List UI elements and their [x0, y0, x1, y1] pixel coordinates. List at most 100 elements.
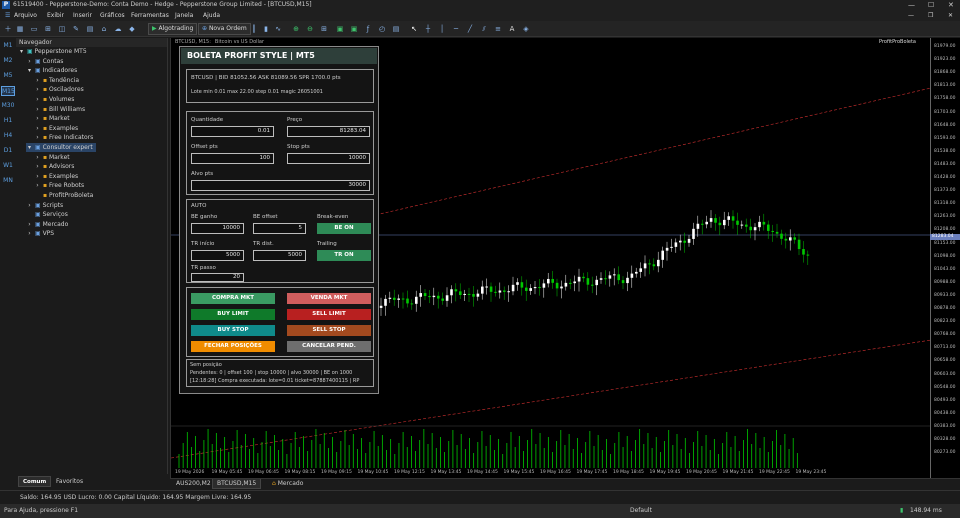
menu-arquivo[interactable]: Arquivo	[14, 10, 37, 21]
cursor-icon[interactable]: ↖	[410, 25, 418, 33]
close-positions-button[interactable]: FECHAR POSIÇÕES	[191, 341, 275, 352]
nav-item[interactable]: › ▪ Market	[34, 153, 69, 162]
timeframe-h1[interactable]: H1	[1, 116, 15, 126]
cancel-pending-button[interactable]: CANCELAR PEND.	[287, 341, 371, 352]
qty-input[interactable]: 0.01	[191, 126, 274, 137]
timeframe-d1[interactable]: D1	[1, 146, 15, 156]
expand-icon[interactable]: ›	[26, 220, 33, 229]
candles-icon[interactable]: ▮	[262, 25, 270, 33]
tab-comum[interactable]: Comum	[18, 476, 52, 487]
expand-icon[interactable]: ›	[34, 114, 41, 123]
expand-icon[interactable]: ›	[26, 229, 33, 238]
expand-icon[interactable]: ›	[34, 76, 41, 85]
price-input[interactable]: 81283.04	[287, 126, 370, 137]
period-icon[interactable]: ◴	[378, 25, 386, 33]
timeframe-m1[interactable]: M1	[1, 41, 15, 51]
nav-item[interactable]: › ▪ Bill Williams	[34, 105, 85, 114]
tr-dist-input[interactable]: 5000	[253, 250, 306, 261]
expand-icon[interactable]: ›	[34, 124, 41, 133]
chart-tab-market[interactable]: ⌂ Mercado	[268, 479, 307, 489]
time-axis[interactable]: 19 May 2026 19 May 05:45 19 May 06:45 19 Ma…	[171, 470, 931, 478]
horizontal-line-icon[interactable]: ─	[452, 25, 460, 33]
expand-icon[interactable]: ›	[34, 181, 41, 190]
strategy-tester-icon[interactable]: ⌂	[100, 25, 108, 33]
autoscroll-icon[interactable]: ▣	[336, 25, 344, 33]
stop-input[interactable]: 10000	[287, 153, 370, 164]
expand-icon[interactable]: ▾	[18, 47, 25, 56]
toolbox-icon[interactable]: ▤	[86, 25, 94, 33]
expand-icon[interactable]: ›	[34, 133, 41, 142]
data-window-icon[interactable]: ◫	[58, 25, 66, 33]
expand-icon[interactable]: ›	[34, 162, 41, 171]
text-tool-icon[interactable]: A	[508, 25, 516, 33]
new-order-button[interactable]: ⊕ Nova Ordem	[198, 23, 251, 35]
mdi-restore-button[interactable]: ❐	[928, 10, 933, 21]
nav-item[interactable]: › ▪ Examples	[34, 172, 78, 181]
sell-market-button[interactable]: VENDA MKT	[287, 293, 371, 304]
crosshair-icon[interactable]: ┼	[424, 25, 432, 33]
tr-inicio-input[interactable]: 5000	[191, 250, 244, 261]
sell-limit-button[interactable]: SELL LIMIT	[287, 309, 371, 320]
tile-icon[interactable]: ⊞	[320, 25, 328, 33]
be-offset-input[interactable]: 5	[253, 223, 306, 234]
expand-icon[interactable]: ›	[34, 85, 41, 94]
market-watch-icon[interactable]: ⊞	[44, 25, 52, 33]
timeframe-m2[interactable]: M2	[1, 56, 15, 66]
app-menu-icon[interactable]: ☰	[5, 10, 10, 21]
bar-chart-icon[interactable]: ┃	[250, 25, 258, 33]
tab-favoritos[interactable]: Favoritos	[52, 476, 87, 487]
chart-shift-icon[interactable]: ▣	[350, 25, 358, 33]
nav-item[interactable]: ▾ ▣ Pepperstone MT5	[18, 47, 87, 56]
maximize-button[interactable]: ☐	[928, 0, 934, 10]
nav-item[interactable]: › ▣ Scripts	[26, 201, 63, 210]
alvo-input[interactable]: 30000	[191, 180, 370, 191]
nav-item[interactable]: › ▪ Volumes	[34, 95, 74, 104]
profiles-icon[interactable]: ▦	[16, 25, 24, 33]
nav-item[interactable]: ▾ ▣ Consultor expert	[26, 143, 96, 152]
nav-item[interactable]: › ▪ Tendência	[34, 76, 79, 85]
timeframe-mn[interactable]: MN	[1, 176, 15, 186]
expand-icon[interactable]: ›	[26, 57, 33, 66]
expand-icon[interactable]: ›	[26, 201, 33, 210]
offset-input[interactable]: 100	[191, 153, 274, 164]
templates-list-icon[interactable]: ▤	[392, 25, 400, 33]
expand-icon[interactable]: ▾	[26, 143, 33, 152]
timeframe-h4[interactable]: H4	[1, 131, 15, 141]
trendline-icon[interactable]: ╱	[466, 25, 474, 33]
nav-item[interactable]: › ▪ Market	[34, 114, 69, 123]
menu-exibir[interactable]: Exibir	[47, 10, 64, 21]
nav-item[interactable]: › ▪ Osciladores	[34, 85, 83, 94]
timeframe-m30[interactable]: M30	[1, 101, 15, 111]
tr-passo-input[interactable]: 20	[191, 273, 244, 282]
buy-limit-button[interactable]: BUY LIMIT	[191, 309, 275, 320]
menu-inserir[interactable]: Inserir	[73, 10, 92, 21]
expand-icon[interactable]: ▾	[26, 66, 33, 75]
tr-toggle-button[interactable]: TR ON	[317, 250, 371, 261]
mdi-close-button[interactable]: ✕	[948, 10, 953, 21]
expand-icon[interactable]: ›	[34, 153, 41, 162]
price-axis[interactable]: 81979.00 81923.00 81868.00 81813.00 81758.00…	[930, 38, 960, 478]
metaeditor-icon[interactable]: ◆	[128, 25, 136, 33]
nav-item[interactable]: › ▪ Advisors	[34, 162, 74, 171]
nav-item[interactable]: › ▣ VPS	[26, 229, 54, 238]
buy-market-button[interactable]: COMPRA MKT	[191, 293, 275, 304]
menu-janela[interactable]: Janela	[175, 10, 193, 21]
sell-stop-button[interactable]: SELL STOP	[287, 325, 371, 336]
menu-ajuda[interactable]: Ajuda	[203, 10, 220, 21]
be-gain-input[interactable]: 10000	[191, 223, 244, 234]
timeframe-m15[interactable]: M15	[1, 86, 15, 96]
expand-icon[interactable]: ›	[34, 172, 41, 181]
zoom-out-icon[interactable]: ⊖	[306, 25, 314, 33]
chart-tab-btcusd[interactable]: BTCUSD,M15	[212, 479, 262, 489]
channel-icon[interactable]: ⫽	[480, 25, 488, 33]
navigator-icon[interactable]: ✎	[72, 25, 80, 33]
chart-tab-aus200[interactable]: AUS200,M2	[172, 479, 215, 489]
minimize-button[interactable]: —	[908, 0, 915, 10]
timeframe-m5[interactable]: M5	[1, 71, 15, 81]
nav-item[interactable]: › ▣ Mercado	[26, 220, 68, 229]
nav-item[interactable]: › ▪ Free Robots	[34, 181, 84, 190]
buy-stop-button[interactable]: BUY STOP	[191, 325, 275, 336]
menu-graficos[interactable]: Gráficos	[100, 10, 125, 21]
be-toggle-button[interactable]: BE ON	[317, 223, 371, 234]
shapes-icon[interactable]: ◈	[522, 25, 530, 33]
